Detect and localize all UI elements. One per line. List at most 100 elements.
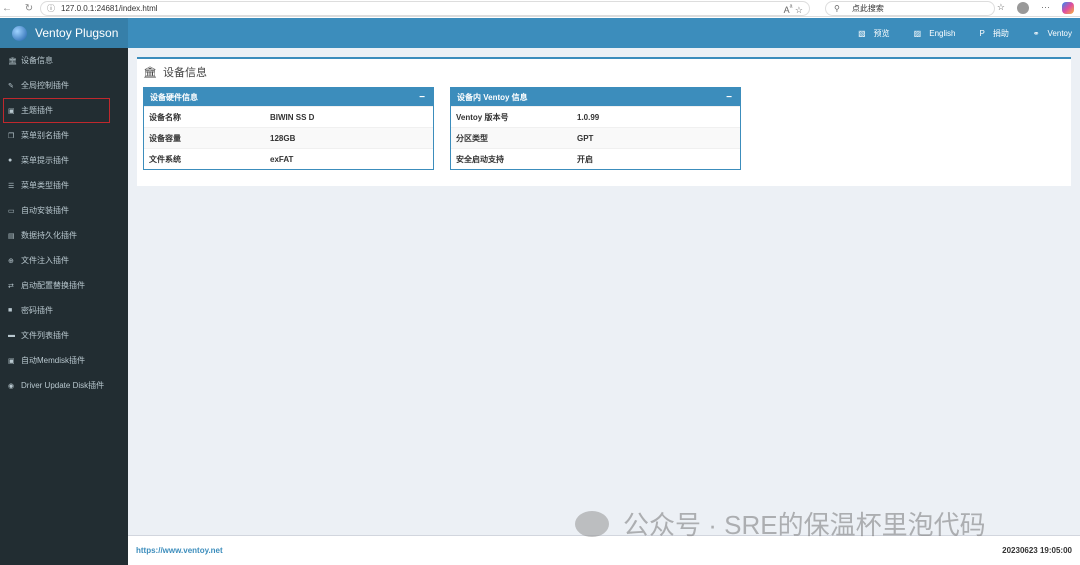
table-row: Ventoy 版本号 1.0.99	[451, 106, 740, 127]
topnav-preview[interactable]: ▧ 预览	[858, 28, 890, 39]
table-row: 安全启动支持 开启	[451, 148, 740, 169]
back-icon[interactable]: ←	[0, 3, 14, 14]
browser-toolbar: ← ↻ ⓘ 127.0.0.1:24681/index.html Aᵃ ☆ ⚲ 点此搜…	[0, 0, 1080, 17]
sidebar-item-13[interactable]: ◉ Driver Update Disk插件	[0, 373, 128, 398]
lock-icon: ■	[8, 307, 13, 314]
info-value: 128GB	[270, 133, 296, 143]
avatar[interactable]	[1017, 2, 1029, 14]
wrench-icon: ✎	[8, 82, 14, 90]
sidebar-item-label: 菜单提示插件	[21, 156, 69, 165]
info-value: exFAT	[270, 154, 294, 164]
ventoy-logo-icon	[12, 25, 27, 41]
sidebar-item-label: 密码插件	[21, 306, 53, 315]
topnav-language[interactable]: ▨ English	[914, 29, 956, 38]
info-key: 文件系统	[149, 154, 181, 164]
wechat-icon	[575, 510, 609, 537]
footer-datetime: 20230623 19:05:00	[1002, 546, 1072, 555]
search-placeholder: 点此搜索	[851, 4, 884, 13]
sidebar-item-label: 全局控制插件	[21, 81, 69, 90]
copilot-icon[interactable]	[1062, 2, 1074, 14]
sidebar-item-9[interactable]: ⇄ 启动配置替换插件	[0, 273, 128, 298]
device-info-box: 🏛 设备信息 设备硬件信息 − 设备名称 BIWIN SS D 设备容量 128GB 文件系统…	[137, 57, 1071, 186]
collapse-icon[interactable]: −	[419, 92, 425, 103]
reload-icon[interactable]: ↻	[22, 3, 36, 14]
table-row: 文件系统 exFAT	[144, 148, 433, 169]
list-icon: ☰	[8, 182, 15, 190]
retweet-icon: ⇄	[8, 282, 14, 290]
sidebar-item-1[interactable]: ✎ 全局控制插件	[0, 73, 128, 98]
desktop-icon: ▭	[8, 207, 15, 215]
window-icon: ▬	[8, 332, 15, 339]
sidebar-item-label: 自动Memdisk插件	[21, 356, 86, 365]
save-icon: ▣	[8, 357, 15, 365]
info-key: Ventoy 版本号	[456, 112, 509, 122]
info-key: 安全启动支持	[456, 154, 504, 164]
paypal-icon: P	[979, 28, 985, 38]
sidebar: 🏛 设备信息 ✎ 全局控制插件 ▣ 主题插件 ❐ 菜单别名插件 ● 菜单提示插件 ☰ 菜单类型插件 ▭ 自…	[0, 48, 128, 565]
topnav-link[interactable]: ⚭ Ventoy	[1033, 29, 1072, 38]
table-row: 分区类型 GPT	[451, 127, 740, 148]
sidebar-item-label: Driver Update Disk插件	[21, 381, 105, 390]
favorites-icon[interactable]: ☆	[997, 2, 1005, 14]
url-text: 127.0.0.1:24681/index.html	[61, 4, 158, 13]
sidebar-item-label: 自动安装插件	[21, 206, 69, 215]
app-title: Ventoy Plugson	[35, 26, 119, 40]
sidebar-item-label: 设备信息	[21, 56, 53, 65]
info-value: GPT	[577, 133, 594, 143]
info-key: 分区类型	[456, 133, 488, 143]
sidebar-item-label: 数据持久化插件	[21, 231, 77, 240]
sidebar-item-10[interactable]: ■ 密码插件	[0, 298, 128, 323]
sidebar-item-label: 菜单别名插件	[21, 131, 69, 140]
sidebar-item-3[interactable]: ❐ 菜单别名插件	[0, 123, 128, 148]
table-row: 设备容量 128GB	[144, 127, 433, 148]
globe-icon: ◉	[8, 382, 15, 390]
favorite-icon[interactable]: Aᵃ ☆	[784, 2, 803, 16]
topnav-paypal[interactable]: P 捐助	[979, 28, 1008, 39]
ventoy-link[interactable]: https://www.ventoy.net	[136, 546, 223, 555]
sidebar-item-7[interactable]: ▤ 数据持久化插件	[0, 223, 128, 248]
copy-icon: ❐	[8, 132, 15, 140]
sidebar-item-11[interactable]: ▬ 文件列表插件	[0, 323, 128, 348]
plus-circle-icon: ⊕	[8, 257, 14, 265]
sidebar-item-12[interactable]: ▣ 自动Memdisk插件	[0, 348, 128, 373]
sidebar-item-label: 菜单类型插件	[21, 181, 69, 190]
watermark: 公众号 · SRE的保温杯里泡代码	[575, 505, 986, 542]
topnav-label: English	[929, 28, 956, 38]
app-logo[interactable]: Ventoy Plugson	[0, 18, 128, 48]
bank-icon: 🏛	[8, 57, 17, 65]
database-icon: ▤	[8, 232, 15, 240]
sidebar-item-5[interactable]: ☰ 菜单类型插件	[0, 173, 128, 198]
address-bar[interactable]: ⓘ 127.0.0.1:24681/index.html Aᵃ ☆	[40, 1, 810, 16]
table-row: 设备名称 BIWIN SS D	[144, 106, 433, 127]
link-icon: ⚭	[1032, 28, 1040, 38]
sidebar-item-6[interactable]: ▭ 自动安装插件	[0, 198, 128, 223]
sidebar-item-2[interactable]: ▣ 主题插件	[3, 98, 110, 123]
sidebar-item-label: 启动配置替换插件	[21, 281, 85, 290]
sidebar-item-4[interactable]: ● 菜单提示插件	[0, 148, 128, 173]
sidebar-item-8[interactable]: ⊕ 文件注入插件	[0, 248, 128, 273]
topnav-label: 捐助	[992, 28, 1009, 38]
more-icon[interactable]: ···	[1041, 2, 1050, 14]
info-panel-0: 设备硬件信息 − 设备名称 BIWIN SS D 设备容量 128GB 文件系统 exFAT	[143, 87, 434, 170]
topnav-label: 预览	[873, 28, 890, 38]
info-panel-1: 设备内 Ventoy 信息 − Ventoy 版本号 1.0.99 分区类型 GPT 安全启…	[450, 87, 741, 170]
panel-title: 设备硬件信息	[150, 92, 198, 102]
info-key: 设备名称	[149, 112, 181, 122]
preview-icon: ▧	[858, 28, 866, 38]
sidebar-item-label: 文件注入插件	[21, 256, 69, 265]
sidebar-item-label: 主题插件	[21, 106, 53, 115]
app-header: Ventoy Plugson ▧ 预览 ▨ English P 捐助 ⚭ Ventoy	[0, 18, 1080, 48]
search-icon: ⚲	[834, 4, 840, 13]
page-title-text: 设备信息	[162, 67, 207, 79]
topnav-label: Ventoy	[1047, 28, 1072, 38]
sidebar-item-0[interactable]: 🏛 设备信息	[0, 48, 128, 73]
info-key: 设备容量	[149, 133, 181, 143]
info-value: BIWIN SS D	[270, 112, 315, 122]
watermark-text: 公众号 · SRE的保温杯里泡代码	[623, 510, 986, 540]
info-value: 开启	[577, 154, 593, 164]
search-input[interactable]: ⚲ 点此搜索	[825, 1, 995, 16]
info-icon: ⓘ	[47, 4, 55, 13]
sidebar-item-label: 文件列表插件	[21, 331, 69, 340]
language-icon: ▨	[913, 28, 922, 38]
collapse-icon[interactable]: −	[726, 92, 732, 103]
